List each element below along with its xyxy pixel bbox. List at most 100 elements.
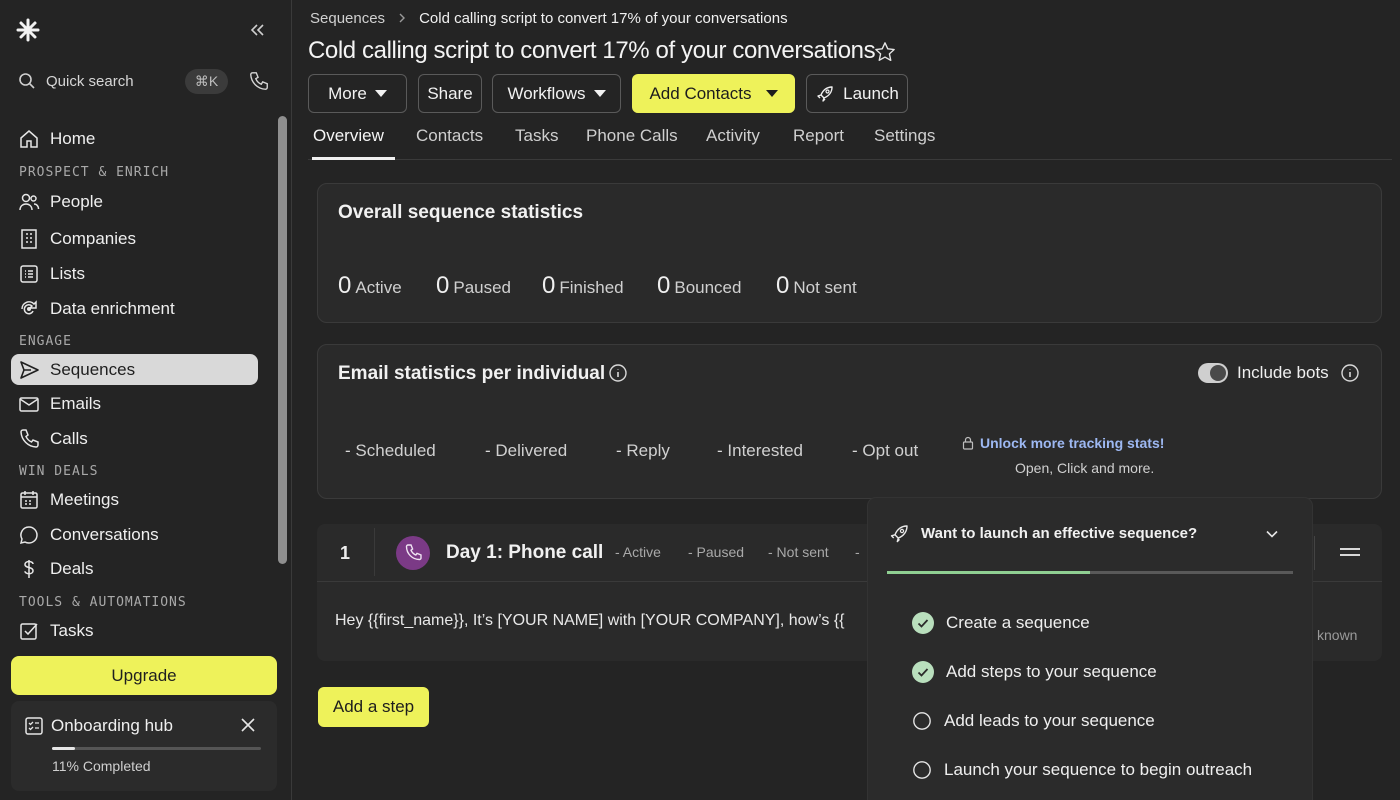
onboarding-hub[interactable]: Onboarding hub 11% Completed <box>11 701 277 791</box>
launch-checklist-popup: Want to launch an effective sequence? Cr… <box>868 498 1312 800</box>
collapse-sidebar-icon[interactable] <box>248 20 268 40</box>
tab-contacts[interactable]: Contacts <box>416 126 483 146</box>
stat-label: Active <box>355 278 402 297</box>
phone-icon[interactable] <box>248 70 270 92</box>
tab-tasks[interactable]: Tasks <box>515 126 558 146</box>
stat-finished: 0 Finished <box>542 272 624 300</box>
sidebar-item-sequences[interactable]: Sequences <box>11 354 258 385</box>
sidebar-item-conversations[interactable]: Conversations <box>11 519 258 550</box>
checkbox-icon <box>20 622 38 640</box>
sidebar-scrollbar[interactable] <box>278 116 287 564</box>
email-stats-title: Email statistics per individual <box>338 363 606 384</box>
stat-value: - <box>345 441 351 460</box>
sidebar-item-emails[interactable]: Emails <box>11 388 258 419</box>
stat-value: 0 <box>338 272 352 299</box>
tab-report[interactable]: Report <box>793 126 844 146</box>
mail-icon <box>19 396 39 412</box>
empty-circle-icon <box>913 761 931 779</box>
upgrade-button[interactable]: Upgrade <box>11 656 277 695</box>
list-icon <box>20 264 38 283</box>
stat-label: Bounced <box>674 278 742 297</box>
checklist-item-launch[interactable]: Launch your sequence to begin outreach <box>912 760 1252 780</box>
sidebar-item-label: Calls <box>50 428 88 448</box>
tab-activity[interactable]: Activity <box>706 126 760 146</box>
email-stat-interested: - Interested <box>717 441 803 461</box>
email-stat-scheduled: - Scheduled <box>345 441 436 461</box>
stat-label: Not sent <box>793 278 857 297</box>
chevron-right-icon <box>397 10 407 27</box>
popup-progress-bar <box>887 571 1293 574</box>
checklist-item-label: Create a sequence <box>946 613 1090 632</box>
phone-icon <box>20 428 39 448</box>
tab-phone-calls[interactable]: Phone Calls <box>586 126 678 146</box>
divider <box>374 528 375 576</box>
checklist-item-create-sequence[interactable]: Create a sequence <box>912 612 1090 634</box>
enrichment-icon <box>21 299 37 314</box>
launch-button-label: Launch <box>843 83 899 103</box>
sidebar-item-companies[interactable]: Companies <box>11 223 258 254</box>
sidebar-item-deals[interactable]: Deals <box>11 553 258 584</box>
include-bots-toggle[interactable] <box>1198 363 1228 383</box>
step-number: 1 <box>340 543 351 563</box>
tab-overview[interactable]: Overview <box>313 126 384 146</box>
sidebar-item-label: Meetings <box>50 489 119 509</box>
logo-icon[interactable] <box>16 18 40 42</box>
step-trailing-text: known <box>1317 627 1358 643</box>
breadcrumb-current: Cold calling script to convert 17% of yo… <box>419 10 788 27</box>
workflows-button[interactable]: Workflows <box>492 74 621 113</box>
onboarding-hub-title: Onboarding hub <box>51 716 173 735</box>
overall-stats-title: Overall sequence statistics <box>338 202 584 223</box>
step-stat-paused: - Paused <box>688 544 745 560</box>
sidebar-item-home[interactable]: Home <box>11 123 258 154</box>
add-contacts-button[interactable]: Add Contacts <box>632 74 795 113</box>
stat-value: - <box>616 441 622 460</box>
sidebar-item-label: Lists <box>50 263 85 283</box>
sidebar-item-tasks[interactable]: Tasks <box>11 615 258 646</box>
sidebar-item-people[interactable]: People <box>11 186 258 217</box>
section-win-deals: WIN DEALS <box>19 464 99 479</box>
stat-not-sent: 0 Not sent <box>776 272 857 300</box>
stat-label: Finished <box>559 278 624 297</box>
email-stat-opt-out: - Opt out <box>852 441 918 461</box>
sidebar-item-label: Companies <box>50 228 136 248</box>
share-button[interactable]: Share <box>418 74 482 113</box>
chat-bubble-icon <box>19 525 38 544</box>
sidebar-item-calls[interactable]: Calls <box>11 423 258 454</box>
caret-down-icon <box>593 90 606 97</box>
tab-settings[interactable]: Settings <box>874 126 935 146</box>
rocket-icon <box>817 85 833 102</box>
breadcrumb-sequences-link[interactable]: Sequences <box>310 10 385 27</box>
empty-circle-icon <box>913 712 931 730</box>
tab-bar: Overview Contacts Tasks Phone Calls Acti… <box>308 124 1392 160</box>
chevron-down-icon[interactable] <box>1265 527 1279 541</box>
sidebar-item-label: Sequences <box>50 359 136 379</box>
workflows-button-label: Workflows <box>507 83 586 103</box>
search-shortcut-badge: ⌘K <box>185 69 228 94</box>
more-button[interactable]: More <box>308 74 407 113</box>
step-stat-more: - <box>855 544 860 560</box>
sidebar-item-meetings[interactable]: Meetings <box>11 484 258 515</box>
caret-down-icon <box>374 90 387 97</box>
close-icon[interactable] <box>239 716 257 734</box>
check-circle-icon <box>912 661 934 683</box>
checklist-item-add-leads[interactable]: Add leads to your sequence <box>912 711 1155 731</box>
unlock-tracking-link[interactable]: Unlock more tracking stats! <box>980 435 1164 451</box>
sidebar-item-lists[interactable]: Lists <box>11 258 258 289</box>
info-icon[interactable] <box>608 363 628 383</box>
launch-button[interactable]: Launch <box>806 74 908 113</box>
sidebar-item-label: Data enrichment <box>50 298 175 318</box>
checklist-item-add-steps[interactable]: Add steps to your sequence <box>912 661 1157 683</box>
checklist-item-label: Add steps to your sequence <box>946 662 1157 681</box>
info-icon[interactable] <box>1340 363 1360 383</box>
drag-handle-icon[interactable] <box>1339 544 1361 560</box>
stat-bounced: 0 Bounced <box>657 272 741 300</box>
sidebar-item-label: Home <box>50 128 96 148</box>
section-prospect: PROSPECT & ENRICH <box>19 165 170 180</box>
add-contacts-button-label: Add Contacts <box>649 83 752 103</box>
sidebar-item-data-enrichment[interactable]: Data enrichment <box>11 293 258 324</box>
star-icon[interactable] <box>874 41 896 63</box>
stat-label: Reply <box>626 441 670 460</box>
lock-icon <box>962 436 974 450</box>
add-step-button[interactable]: Add a step <box>318 687 429 727</box>
people-icon <box>19 193 40 210</box>
